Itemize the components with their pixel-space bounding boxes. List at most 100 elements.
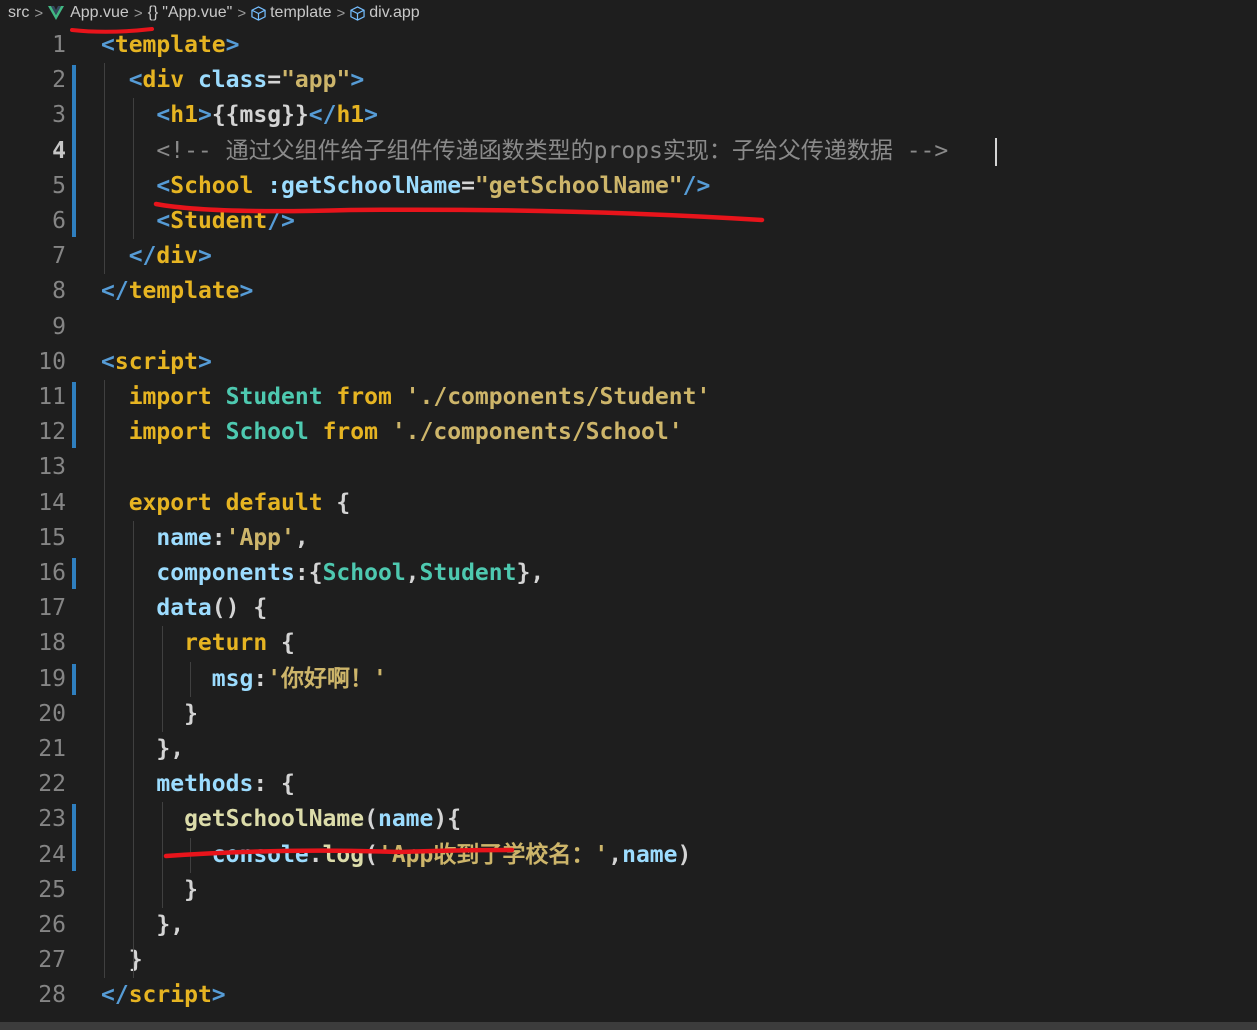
code-token: 'App收到了学校名：' <box>377 841 609 868</box>
code-line[interactable]: 5 <School :getSchoolName="getSchoolName"… <box>0 169 1257 204</box>
code-token: }, <box>101 912 185 938</box>
code-line[interactable]: 6 <Student/> <box>0 204 1257 239</box>
code-text: } <box>101 873 198 908</box>
line-number: 20 <box>38 700 66 727</box>
code-token: ( <box>364 806 378 833</box>
code-token: School <box>170 172 254 199</box>
code-token: class <box>197 67 268 94</box>
code-token: > <box>239 278 254 305</box>
code-token: } <box>101 700 198 727</box>
code-token: , <box>294 524 309 551</box>
code-token: < <box>101 172 171 199</box>
git-change-marker[interactable] <box>72 663 76 695</box>
code-text: getSchoolName(name){ <box>101 802 461 837</box>
code-token: :{ <box>294 560 323 586</box>
breadcrumb-label: "App.vue" <box>162 4 233 21</box>
code-token: /> <box>682 172 711 199</box>
breadcrumb-item-src[interactable]: src <box>8 4 29 22</box>
code-token: from <box>336 384 406 410</box>
code-line[interactable]: 14 export default { <box>0 486 1257 521</box>
code-text: import School from './components/School' <box>101 415 683 450</box>
git-change-marker[interactable] <box>72 65 76 238</box>
code-token: = <box>267 67 282 94</box>
code-line[interactable]: 19 msg:'你好啊！' <box>0 662 1257 697</box>
line-number: 3 <box>52 102 66 129</box>
code-line[interactable]: 20 } <box>0 697 1257 732</box>
line-number: 1 <box>52 32 66 58</box>
breadcrumb-item-div-app[interactable]: div.app <box>350 4 420 22</box>
code-token: import <box>101 384 226 410</box>
git-change-marker[interactable] <box>72 558 76 590</box>
code-line[interactable]: 13 <box>0 450 1257 485</box>
indent-guide <box>190 661 191 697</box>
code-token: template <box>128 278 240 305</box>
code-line[interactable]: 3 <h1>{{msg}}</h1> <box>0 98 1257 133</box>
line-number: 21 <box>38 736 66 762</box>
breadcrumb-item-app-vue[interactable]: App.vue <box>48 4 129 22</box>
code-token: } <box>101 947 143 974</box>
git-change-marker[interactable] <box>72 382 76 449</box>
line-number: 6 <box>52 208 66 234</box>
code-text: <Student/> <box>101 204 295 239</box>
code-editor[interactable]: 1 <template> 2 <div class="app"> 3 <h1>{{ms… <box>0 26 1257 1022</box>
code-token: Student <box>419 560 517 586</box>
code-text: data() { <box>101 591 267 626</box>
code-text: }, <box>101 908 184 943</box>
code-line[interactable]: 17 data() { <box>0 591 1257 626</box>
code-token: < <box>101 348 115 375</box>
code-line[interactable]: 28 </script> <box>0 978 1257 1013</box>
code-token: : <box>211 524 226 551</box>
code-token: ( <box>364 841 378 868</box>
code-token: 'App' <box>225 524 295 551</box>
code-token: < <box>101 67 143 94</box>
code-token: getSchoolName <box>101 806 365 833</box>
code-text: <h1>{{msg}}</h1> <box>101 98 378 133</box>
git-change-marker[interactable] <box>72 804 76 871</box>
code-line[interactable]: 23 getSchoolName(name){ <box>0 802 1257 837</box>
code-token: School <box>225 419 323 446</box>
code-line[interactable]: 2 <div class="app"> <box>0 63 1257 98</box>
code-token: () { <box>211 595 268 622</box>
code-line[interactable]: 24 console.log('App收到了学校名：',name) <box>0 838 1257 873</box>
code-token: :getSchoolName <box>267 172 462 199</box>
line-number: 27 <box>38 947 66 974</box>
line-number: 16 <box>38 560 66 586</box>
code-token: } <box>101 876 198 903</box>
code-line[interactable]: 7 </div> <box>0 239 1257 274</box>
code-line[interactable]: 1 <template> <box>0 28 1257 63</box>
code-line[interactable]: 10 <script> <box>0 345 1257 380</box>
code-line[interactable]: 4 <!-- 通过父组件给子组件传递函数类型的props实现：子给父传递数据 -… <box>0 134 1257 169</box>
code-token: import <box>101 419 226 446</box>
vue-icon <box>48 6 65 20</box>
code-token: School <box>322 560 406 586</box>
code-token: }, <box>101 736 185 762</box>
code-line[interactable]: 16 components:{School,Student}, <box>0 556 1257 591</box>
breadcrumb-item-template[interactable]: template <box>251 4 331 22</box>
code-line[interactable]: 8 </template> <box>0 274 1257 309</box>
code-line[interactable]: 25 } <box>0 873 1257 908</box>
chevron-right-icon: > <box>133 4 143 22</box>
indent-guide <box>133 520 134 979</box>
text-cursor <box>995 137 997 166</box>
line-number: 4 <box>52 137 66 164</box>
code-token: </ <box>101 278 129 305</box>
code-line[interactable]: 15 name:'App', <box>0 521 1257 556</box>
breadcrumb-item-module[interactable]: {} "App.vue" <box>148 4 233 22</box>
line-number: 8 <box>52 278 66 305</box>
code-token: log <box>322 841 365 868</box>
code-line[interactable]: 21 }, <box>0 732 1257 767</box>
code-line[interactable]: 22 methods: { <box>0 767 1257 802</box>
line-number: 22 <box>38 771 66 798</box>
code-line[interactable]: 27 } <box>0 943 1257 978</box>
code-line[interactable]: 26 }, <box>0 908 1257 943</box>
code-token: , <box>405 560 420 586</box>
code-token: name <box>622 841 678 868</box>
code-line[interactable]: 11 import Student from './components/Stu… <box>0 380 1257 415</box>
code-line[interactable]: 9 <box>0 310 1257 345</box>
code-token: div <box>156 243 198 270</box>
code-line[interactable]: 12 import School from './components/Scho… <box>0 415 1257 450</box>
code-line[interactable]: 18 return { <box>0 626 1257 661</box>
code-text: methods: { <box>101 767 295 802</box>
code-text: }, <box>101 732 184 767</box>
